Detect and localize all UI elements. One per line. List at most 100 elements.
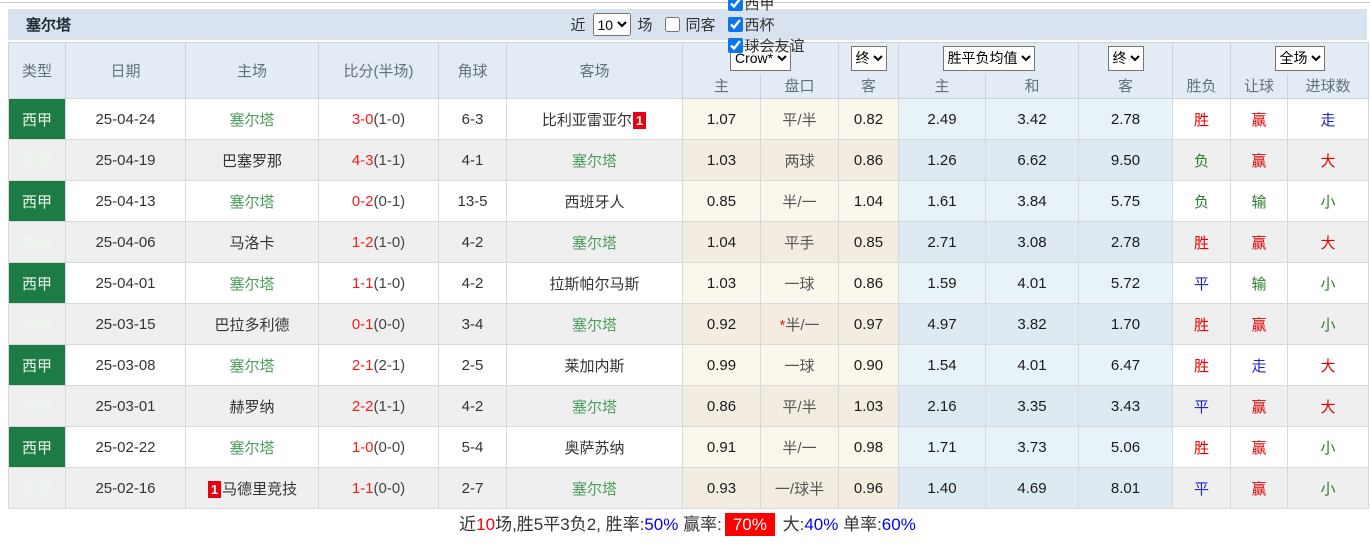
handicap-result-cell: 赢 <box>1231 386 1288 427</box>
league-filter[interactable]: 西甲 <box>720 0 805 14</box>
home-team-cell[interactable]: 塞尔塔 <box>186 427 319 468</box>
asian-line-cell: *半/一 <box>761 304 839 345</box>
asian-line-text: 一/球半 <box>775 481 824 498</box>
away-team-cell[interactable]: 塞尔塔 <box>507 222 683 263</box>
league-filter-checkbox[interactable] <box>728 17 743 32</box>
away-team-cell[interactable]: 塞尔塔 <box>507 140 683 181</box>
home-team-cell[interactable]: 赫罗纳 <box>186 386 319 427</box>
handicap-result-cell: 赢 <box>1231 140 1288 181</box>
result-cell: 平 <box>1173 386 1231 427</box>
goals-result-cell: 大 <box>1288 386 1369 427</box>
away-team-name[interactable]: 塞尔塔 <box>572 481 617 498</box>
away-team-name[interactable]: 莱加内斯 <box>564 358 624 375</box>
league-cell: 西甲 <box>9 386 66 427</box>
home-team-cell[interactable]: 巴塞罗那 <box>186 140 319 181</box>
matches-count-select[interactable]: 10 <box>592 13 630 36</box>
date-cell: 25-04-06 <box>66 222 186 263</box>
home-team-cell[interactable]: 塞尔塔 <box>186 99 319 140</box>
scope-select[interactable]: 全场 <box>1275 46 1325 71</box>
table-row: 西甲 25-02-16 1马德里竞技 1-1(0-0) 2-7 塞尔塔 0.93… <box>9 468 1369 509</box>
table-row: 西甲 25-04-13 塞尔塔 0-2(0-1) 13-5 西班牙人 0.85 … <box>9 181 1369 222</box>
handicap-result-cell: 赢 <box>1231 427 1288 468</box>
asian-away-odds-cell: 0.82 <box>839 99 899 140</box>
home-team-name[interactable]: 塞尔塔 <box>229 194 274 211</box>
subcol-asian-home: 主 <box>683 74 761 99</box>
asian-away-odds-cell: 0.97 <box>839 304 899 345</box>
away-team-cell[interactable]: 比利亚雷亚尔1 <box>507 99 683 140</box>
away-team-name[interactable]: 奥萨苏纳 <box>564 440 624 457</box>
goals-result-cell: 小 <box>1288 181 1369 222</box>
euro-draw-odds-cell: 3.42 <box>986 99 1079 140</box>
stats-panel: 塞尔塔 近 10 场 同客 西甲西杯球会友谊 类型 日期 主场 比分(半场) <box>8 9 1367 542</box>
euro-draw-odds-cell: 6.62 <box>986 140 1079 181</box>
home-team-name[interactable]: 巴拉多利德 <box>214 317 289 334</box>
home-team-name[interactable]: 塞尔塔 <box>229 276 274 293</box>
league-filter-label: 球会友谊 <box>745 35 805 56</box>
home-team-name[interactable]: 塞尔塔 <box>229 112 274 129</box>
euro-away-odds-cell: 5.06 <box>1079 427 1173 468</box>
euro-away-odds-cell: 9.50 <box>1079 140 1173 181</box>
away-team-name[interactable]: 西班牙人 <box>564 194 624 211</box>
same-away-checkbox[interactable] <box>665 17 680 32</box>
handicap-result-cell: 输 <box>1231 263 1288 304</box>
date-cell: 25-02-16 <box>66 468 186 509</box>
asian-final-select[interactable]: 终 <box>851 46 887 71</box>
home-team-cell[interactable]: 1马德里竞技 <box>186 468 319 509</box>
home-team-cell[interactable]: 塞尔塔 <box>186 345 319 386</box>
halftime-score: (0-0) <box>374 480 406 497</box>
away-team-cell[interactable]: 莱加内斯 <box>507 345 683 386</box>
away-team-cell[interactable]: 奥萨苏纳 <box>507 427 683 468</box>
filter-controls: 近 10 场 同客 西甲西杯球会友谊 <box>570 0 804 56</box>
date-cell: 25-04-01 <box>66 263 186 304</box>
away-team-name[interactable]: 塞尔塔 <box>572 399 617 416</box>
home-team-name[interactable]: 巴塞罗那 <box>222 153 282 170</box>
home-team-name[interactable]: 马洛卡 <box>229 235 274 252</box>
corners-cell: 4-2 <box>439 263 507 304</box>
asian-home-odds-cell: 0.85 <box>683 181 761 222</box>
home-team-name[interactable]: 赫罗纳 <box>229 399 274 416</box>
league-filter-checkbox[interactable] <box>728 0 743 11</box>
asian-line-cell: 平/半 <box>761 386 839 427</box>
euro-odds-type-select[interactable]: 胜平负均值 <box>943 46 1035 71</box>
subcol-euro-draw: 和 <box>986 74 1079 99</box>
away-team-name[interactable]: 塞尔塔 <box>572 153 617 170</box>
league-filter-checkbox[interactable] <box>728 38 743 53</box>
away-team-cell[interactable]: 塞尔塔 <box>507 386 683 427</box>
date-cell: 25-02-22 <box>66 427 186 468</box>
euro-final-select[interactable]: 终 <box>1108 46 1144 71</box>
home-team-cell[interactable]: 塞尔塔 <box>186 181 319 222</box>
league-cell: 西甲 <box>9 427 66 468</box>
asian-away-odds-cell: 0.96 <box>839 468 899 509</box>
home-team-cell[interactable]: 马洛卡 <box>186 222 319 263</box>
asian-away-odds-cell: 1.04 <box>839 181 899 222</box>
away-team-name[interactable]: 塞尔塔 <box>572 317 617 334</box>
league-cell: 西甲 <box>9 99 66 140</box>
col-header-home: 主场 <box>186 43 319 99</box>
away-team-name[interactable]: 拉斯帕尔马斯 <box>549 276 639 293</box>
home-team-name[interactable]: 塞尔塔 <box>229 440 274 457</box>
goals-result-cell: 大 <box>1288 345 1369 386</box>
away-team-cell[interactable]: 西班牙人 <box>507 181 683 222</box>
away-team-cell[interactable]: 拉斯帕尔马斯 <box>507 263 683 304</box>
score-cell: 1-2(1-0) <box>319 222 439 263</box>
fulltime-score: 4-3 <box>352 152 374 169</box>
away-team-cell[interactable]: 塞尔塔 <box>507 304 683 345</box>
away-team-name[interactable]: 比利亚雷亚尔 <box>542 112 632 129</box>
home-team-name[interactable]: 塞尔塔 <box>229 358 274 375</box>
home-team-cell[interactable]: 塞尔塔 <box>186 263 319 304</box>
league-filter[interactable]: 西杯 <box>720 14 805 35</box>
away-team-cell[interactable]: 塞尔塔 <box>507 468 683 509</box>
asian-home-odds-cell: 1.03 <box>683 263 761 304</box>
halftime-score: (0-0) <box>374 316 406 333</box>
result-cell: 胜 <box>1173 99 1231 140</box>
subcol-asian-line: 盘口 <box>761 74 839 99</box>
asian-line-cell: 一/球半 <box>761 468 839 509</box>
goals-result-cell: 小 <box>1288 263 1369 304</box>
corners-cell: 4-1 <box>439 140 507 181</box>
home-team-name[interactable]: 马德里竞技 <box>222 481 297 498</box>
away-team-name[interactable]: 塞尔塔 <box>572 235 617 252</box>
score-cell: 4-3(1-1) <box>319 140 439 181</box>
corners-cell: 13-5 <box>439 181 507 222</box>
home-team-cell[interactable]: 巴拉多利德 <box>186 304 319 345</box>
league-filter[interactable]: 球会友谊 <box>720 35 805 56</box>
